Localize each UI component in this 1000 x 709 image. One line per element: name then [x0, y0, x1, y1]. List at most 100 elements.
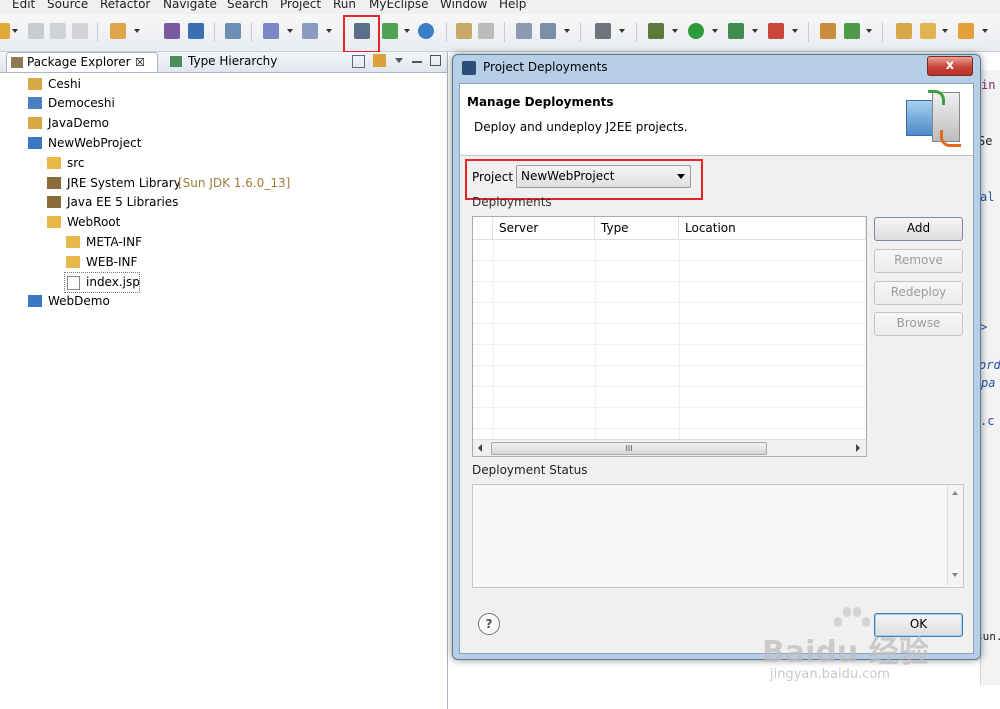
column-location[interactable]: Location: [679, 217, 866, 239]
menu-navigate[interactable]: Navigate: [163, 0, 217, 11]
chevron-down-icon[interactable]: [866, 29, 872, 33]
tree-item-label: Democeshi: [48, 96, 115, 110]
column-type[interactable]: Type: [595, 217, 679, 239]
new-wizard-icon[interactable]: [0, 23, 10, 39]
library-icon: [47, 196, 61, 208]
chevron-down-icon[interactable]: [404, 29, 410, 33]
close-icon: x: [945, 58, 955, 73]
pen-icon[interactable]: [920, 23, 936, 39]
add-button[interactable]: Add: [874, 217, 963, 241]
refresh-icon[interactable]: [844, 23, 860, 39]
save-icon[interactable]: [28, 23, 44, 39]
maximize-icon[interactable]: [430, 55, 441, 66]
perspective-icon[interactable]: [516, 23, 532, 39]
dialog-titlebar[interactable]: Project Deployments x: [453, 55, 980, 81]
deployments-table[interactable]: Server Type Location III: [472, 216, 867, 457]
table-row: [473, 345, 866, 366]
menu-myeclipse[interactable]: MyEclipse: [369, 0, 429, 11]
table-row: [473, 282, 866, 303]
minimize-icon[interactable]: [412, 61, 422, 63]
menu-refactor[interactable]: Refactor: [100, 0, 150, 11]
column-server[interactable]: Server: [493, 217, 595, 239]
debug-icon[interactable]: [648, 23, 664, 39]
menu-window[interactable]: Window: [440, 0, 487, 11]
chevron-down-icon[interactable]: [564, 29, 570, 33]
package-icon[interactable]: [164, 23, 180, 39]
server-icon[interactable]: [225, 23, 241, 39]
code-fragment: .c: [980, 414, 995, 428]
browse-button[interactable]: Browse: [874, 312, 963, 336]
tab-label: Type Hierarchy: [188, 54, 278, 68]
tree-item-label: Ceshi: [48, 77, 81, 91]
stop-icon[interactable]: [768, 23, 784, 39]
chevron-down-icon[interactable]: [672, 29, 678, 33]
scroll-right-icon[interactable]: [856, 444, 860, 452]
search-icon[interactable]: [263, 23, 279, 39]
web-icon[interactable]: [540, 23, 556, 39]
horizontal-scrollbar[interactable]: III: [473, 439, 866, 456]
chevron-down-icon[interactable]: [752, 29, 758, 33]
menu-edit[interactable]: Edit: [12, 0, 35, 11]
menu-source[interactable]: Source: [47, 0, 88, 11]
open-type-icon[interactable]: [110, 23, 126, 39]
menu-project[interactable]: Project: [280, 0, 321, 11]
close-button[interactable]: x: [927, 56, 973, 76]
java-project-icon: [28, 117, 42, 129]
folder-icon: [66, 236, 80, 248]
toolbar-separator: [882, 22, 883, 42]
web-project-icon: [28, 295, 42, 307]
forward-icon[interactable]: [478, 23, 494, 39]
tree-item-label: index.jsp: [86, 275, 140, 289]
close-icon[interactable]: ☒: [135, 53, 145, 72]
open-file-icon[interactable]: [820, 23, 836, 39]
menu-search[interactable]: Search: [227, 0, 268, 11]
open-perspective-icon[interactable]: [896, 23, 912, 39]
code-fragment: al: [980, 190, 995, 204]
toolbar-separator: [251, 22, 252, 42]
library-decoration: [Sun JDK 1.6.0_13]: [178, 176, 291, 190]
print-icon[interactable]: [72, 23, 88, 39]
chevron-down-icon[interactable]: [326, 29, 332, 33]
run-icon[interactable]: [688, 23, 704, 39]
find-icon[interactable]: [302, 23, 318, 39]
vertical-scrollbar[interactable]: [947, 485, 963, 585]
run-external-icon[interactable]: [728, 23, 744, 39]
deployment-status-area[interactable]: [472, 484, 964, 588]
deployment-status-label: Deployment Status: [472, 463, 588, 477]
view-menu-icon[interactable]: [395, 58, 403, 63]
remove-button[interactable]: Remove: [874, 249, 963, 273]
run-server-icon[interactable]: [382, 23, 398, 39]
collapse-all-icon[interactable]: [352, 55, 365, 68]
back-icon[interactable]: [456, 23, 472, 39]
scroll-up-icon[interactable]: [952, 491, 958, 495]
scroll-left-icon[interactable]: [478, 444, 482, 452]
chevron-down-icon[interactable]: [134, 29, 140, 33]
chevron-down-icon[interactable]: [619, 29, 625, 33]
toolbar-separator: [504, 22, 505, 42]
chevron-down-icon[interactable]: [982, 29, 988, 33]
browse-button-label: Browse: [896, 316, 941, 330]
tree-item-label: src: [67, 156, 85, 170]
chevron-down-icon[interactable]: [942, 29, 948, 33]
chevron-down-icon[interactable]: [712, 29, 718, 33]
screenshot-icon[interactable]: [595, 23, 611, 39]
bookmark-icon[interactable]: [958, 23, 974, 39]
browser-icon[interactable]: [418, 23, 434, 39]
tree-item-index-jsp[interactable]: index.jsp: [64, 272, 140, 293]
menu-help[interactable]: Help: [499, 0, 526, 11]
table-row: [473, 240, 866, 261]
scroll-down-icon[interactable]: [952, 573, 958, 577]
chevron-down-icon[interactable]: [792, 29, 798, 33]
save-all-icon[interactable]: [50, 23, 66, 39]
tab-type-hierarchy[interactable]: Type Hierarchy: [160, 52, 277, 71]
chevron-down-icon[interactable]: [287, 29, 293, 33]
redeploy-button[interactable]: Redeploy: [874, 281, 963, 305]
dialog-body: Manage Deployments Deploy and undeploy J…: [459, 83, 974, 654]
tab-package-explorer[interactable]: Package Explorer ☒: [6, 52, 158, 72]
link-editor-icon[interactable]: [373, 54, 386, 67]
help-icon[interactable]: ?: [478, 613, 500, 635]
menu-run[interactable]: Run: [333, 0, 356, 11]
class-icon[interactable]: [188, 23, 204, 39]
chevron-down-icon[interactable]: [12, 29, 18, 33]
scrollbar-thumb[interactable]: III: [491, 442, 767, 455]
